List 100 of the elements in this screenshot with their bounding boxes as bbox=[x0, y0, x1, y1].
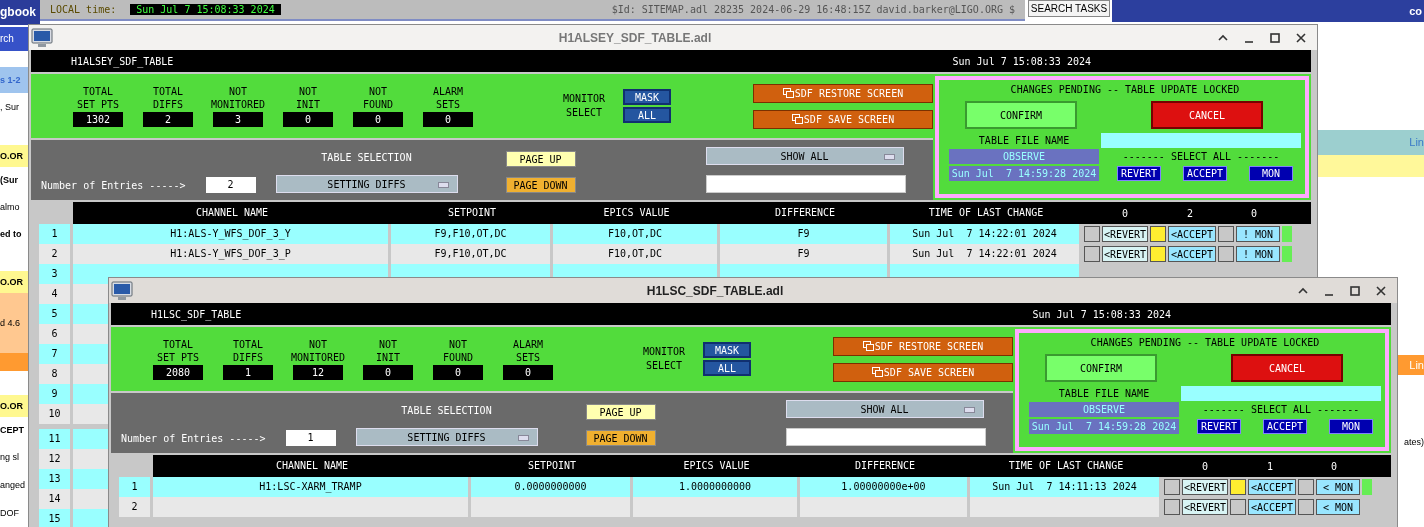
file-name-label: TABLE FILE NAME bbox=[1057, 387, 1151, 399]
monitor-checkbox[interactable] bbox=[1298, 479, 1314, 495]
stat-readout: 0 bbox=[283, 112, 333, 127]
revert-button[interactable]: <REVERT bbox=[1102, 226, 1148, 242]
windows-icon bbox=[871, 367, 883, 377]
page-down-button[interactable]: PAGE DOWN bbox=[585, 430, 656, 446]
stat-readout: 2 bbox=[143, 112, 193, 127]
select-all-button[interactable]: REVERT bbox=[1117, 166, 1161, 181]
mode-readout: OBSERVE bbox=[949, 149, 1099, 164]
revert-button[interactable]: <REVERT bbox=[1182, 479, 1228, 495]
table-selection-menu[interactable]: SETTING DIFFS bbox=[355, 428, 538, 446]
monitor-select-button[interactable]: ALL bbox=[703, 360, 751, 376]
file-name-field[interactable] bbox=[1181, 385, 1381, 401]
row-number: 11 bbox=[39, 429, 73, 449]
filter-field[interactable] bbox=[705, 175, 906, 193]
search-tasks-button[interactable]: SEARCH TASKS bbox=[1028, 0, 1110, 17]
stat-label: NOT INIT bbox=[375, 338, 401, 364]
restore-screen-button[interactable]: SDF RESTORE SCREEN bbox=[753, 83, 933, 103]
select-all-button[interactable]: ACCEPT bbox=[1183, 166, 1227, 181]
screen-name: H1LSC_SDF_TABLE bbox=[150, 308, 242, 320]
select-all-label: ------- SELECT ALL ------- bbox=[1121, 151, 1281, 162]
channel-cell: H1:LSC-XARM_TRAMP bbox=[153, 477, 471, 497]
page-up-button[interactable]: PAGE UP bbox=[505, 151, 576, 167]
monitor-select-button[interactable]: MASK bbox=[703, 342, 751, 358]
cancel-button[interactable]: CANCEL bbox=[1151, 101, 1263, 129]
stat-readout: 1 bbox=[223, 365, 273, 380]
entries-readout: 1 bbox=[285, 430, 336, 446]
monitor-button[interactable]: ! MON bbox=[1236, 246, 1280, 262]
column-header: CHANNEL NAME bbox=[153, 455, 471, 477]
table-selection-menu[interactable]: SETTING DIFFS bbox=[275, 175, 458, 193]
filter-field[interactable] bbox=[785, 428, 986, 446]
close-icon[interactable] bbox=[1375, 284, 1387, 297]
select-all-button[interactable]: REVERT bbox=[1197, 419, 1241, 434]
show-filter-menu[interactable]: SHOW ALL bbox=[785, 400, 984, 418]
select-all-button[interactable]: MON bbox=[1249, 166, 1293, 181]
page-text: ng sl bbox=[0, 451, 20, 464]
page-text: ates) bbox=[1404, 437, 1424, 447]
page-up-button[interactable]: PAGE UP bbox=[585, 404, 656, 420]
monitor-checkbox[interactable] bbox=[1218, 246, 1234, 262]
time-cell: Sun Jul 7 14:11:13 2024 bbox=[970, 477, 1162, 497]
stat-label: TOTAL DIFFS bbox=[152, 85, 184, 111]
monitor-select-button[interactable]: ALL bbox=[623, 107, 671, 123]
confirm-button[interactable]: CONFIRM bbox=[965, 101, 1077, 129]
epics-value-cell: F10,OT,DC bbox=[553, 244, 720, 264]
clock-readout: Sun Jul 7 15:08:33 2024 bbox=[952, 55, 1091, 67]
menu-indicator-icon bbox=[883, 154, 895, 160]
monitor-button[interactable]: ! MON bbox=[1236, 226, 1280, 242]
stat-label: NOT MONITORED bbox=[210, 85, 266, 111]
column-header: SETPOINT bbox=[391, 202, 553, 224]
row-number: 6 bbox=[39, 324, 73, 344]
revert-checkbox[interactable] bbox=[1164, 499, 1180, 515]
row-number: 4 bbox=[39, 284, 73, 304]
confirm-button[interactable]: CONFIRM bbox=[1045, 354, 1157, 382]
revert-checkbox[interactable] bbox=[1084, 246, 1100, 262]
monitor-checkbox[interactable] bbox=[1298, 499, 1314, 515]
accept-checkbox[interactable] bbox=[1150, 246, 1166, 262]
screen-name: H1ALSEY_SDF_TABLE bbox=[70, 55, 174, 67]
stat-readout: 0 bbox=[353, 112, 403, 127]
file-name-field[interactable] bbox=[1101, 132, 1301, 148]
stat-readout: 0 bbox=[503, 365, 553, 380]
accept-button[interactable]: <ACCEPT bbox=[1168, 226, 1216, 242]
monitor-button[interactable]: < MON bbox=[1316, 479, 1360, 495]
save-screen-button[interactable]: SDF SAVE SCREEN bbox=[833, 362, 1013, 382]
monitor-checkbox[interactable] bbox=[1218, 226, 1234, 242]
menu-indicator-icon bbox=[517, 435, 529, 441]
accept-button[interactable]: <ACCEPT bbox=[1168, 246, 1216, 262]
page-text: CEPT bbox=[0, 424, 25, 437]
revert-button[interactable]: <REVERT bbox=[1102, 246, 1148, 262]
revert-checkbox[interactable] bbox=[1164, 479, 1180, 495]
accept-checkbox[interactable] bbox=[1150, 226, 1166, 242]
show-filter-menu[interactable]: SHOW ALL bbox=[705, 147, 904, 165]
save-screen-button[interactable]: SDF SAVE SCREEN bbox=[753, 109, 933, 129]
revert-button[interactable]: <REVERT bbox=[1182, 499, 1228, 515]
select-all-button[interactable]: ACCEPT bbox=[1263, 419, 1307, 434]
column-header: DIFFERENCE bbox=[720, 202, 890, 224]
table-selection-label: TABLE SELECTION bbox=[401, 405, 492, 416]
restore-screen-button[interactable]: SDF RESTORE SCREEN bbox=[833, 336, 1013, 356]
column-header: TIME OF LAST CHANGE bbox=[890, 202, 1082, 224]
accept-checkbox[interactable] bbox=[1230, 499, 1246, 515]
stat-label: NOT FOUND bbox=[362, 85, 394, 111]
maximize-icon[interactable] bbox=[1349, 284, 1361, 297]
stat-readout: 12 bbox=[293, 365, 343, 380]
accept-checkbox[interactable] bbox=[1230, 479, 1246, 495]
column-header: EPICS VALUE bbox=[553, 202, 720, 224]
monitor-button[interactable]: < MON bbox=[1316, 499, 1360, 515]
revert-checkbox[interactable] bbox=[1084, 226, 1100, 242]
page-down-button[interactable]: PAGE DOWN bbox=[505, 177, 576, 193]
cancel-button[interactable]: CANCEL bbox=[1231, 354, 1343, 382]
row-number: 9 bbox=[39, 384, 73, 404]
clock-readout: Sun Jul 7 15:08:33 2024 bbox=[1032, 308, 1171, 320]
accept-button[interactable]: <ACCEPT bbox=[1248, 499, 1296, 515]
stat-readout: 0 bbox=[363, 365, 413, 380]
select-all-button[interactable]: MON bbox=[1329, 419, 1373, 434]
page-text: DOF bbox=[0, 507, 20, 520]
monitor-select-button[interactable]: MASK bbox=[623, 89, 671, 105]
column-header: EPICS VALUE bbox=[633, 455, 800, 477]
page-text: d 4.6 bbox=[0, 293, 28, 371]
revision-text: $Id: SITEMAP.adl 28235 2024-06-29 16:48:15Z david.barker@LIGO.ORG $ bbox=[611, 4, 1015, 15]
page-text: ed to bbox=[0, 228, 23, 241]
accept-button[interactable]: <ACCEPT bbox=[1248, 479, 1296, 495]
